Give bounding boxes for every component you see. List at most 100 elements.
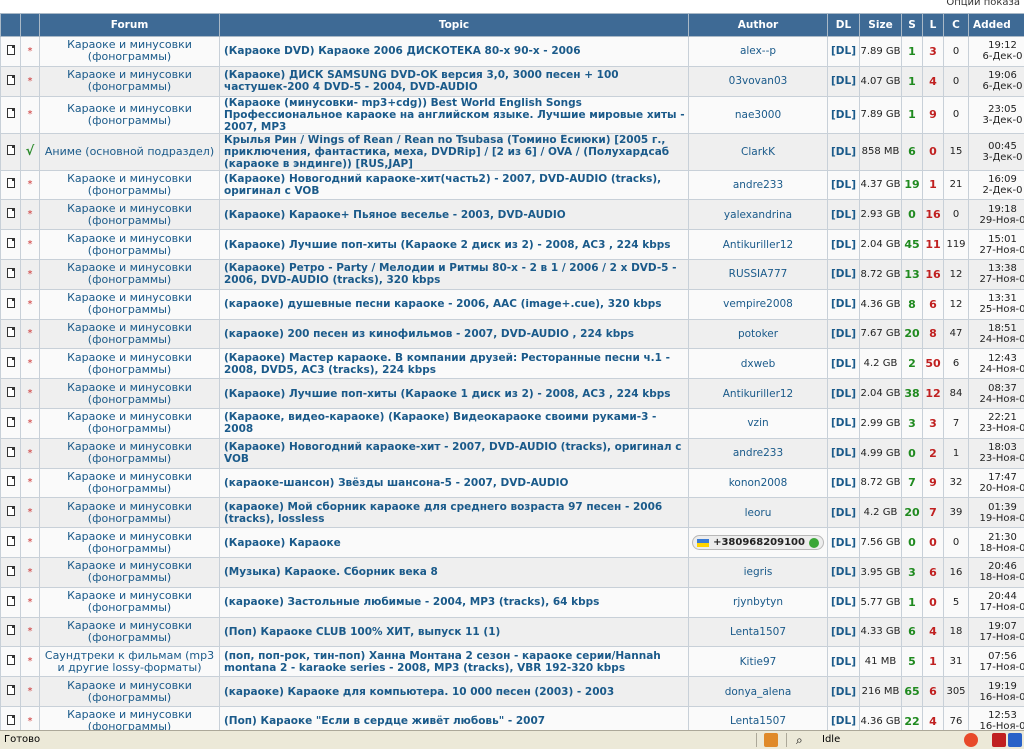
download-link[interactable]: [DL]	[831, 45, 856, 57]
topic-link[interactable]: (Караоке) Ретро - Party / Мелодии и Ритм…	[224, 262, 677, 286]
download-link[interactable]: [DL]	[831, 477, 856, 489]
topic-link[interactable]: (караоке) Застольные любимые - 2004, MP3…	[224, 596, 599, 608]
topic-link[interactable]: (Караоке (минусовки- mp3+cdg)) Best Worl…	[224, 97, 685, 133]
download-link[interactable]: [DL]	[831, 179, 856, 191]
col-added[interactable]: Added	[969, 14, 1024, 37]
forum-link[interactable]: Караоке и минусовки (фонограммы)	[67, 351, 192, 376]
author-link[interactable]: vempire2008	[723, 298, 793, 310]
topic-link[interactable]: (Караоке DVD) Караоке 2006 ДИСКОТЕКА 80-…	[224, 45, 581, 57]
addon-blue-icon[interactable]	[1008, 733, 1022, 747]
topic-link[interactable]: (Караоке) ДИСК SAMSUNG DVD-OK версия 3,0…	[224, 69, 619, 93]
call-icon[interactable]	[809, 538, 819, 548]
forum-link[interactable]: Караоке и минусовки (фонограммы)	[67, 440, 192, 465]
author-link[interactable]: nae3000	[735, 109, 781, 121]
author-link[interactable]: rjynbytyn	[733, 596, 783, 608]
download-link[interactable]: [DL]	[831, 715, 856, 727]
col-forum[interactable]: Forum	[40, 14, 220, 37]
display-options-link[interactable]: Опции показа	[946, 0, 1020, 8]
topic-link[interactable]: (караоке) Мой сборник караоке для средне…	[224, 501, 662, 525]
download-link[interactable]: [DL]	[831, 447, 856, 459]
forum-link[interactable]: Караоке и минусовки (фонограммы)	[67, 381, 192, 406]
topic-link[interactable]: Крылья Рин / Wings of Rean / Rean no Tsu…	[224, 134, 669, 170]
author-link[interactable]: konon2008	[729, 477, 788, 489]
download-link[interactable]: [DL]	[831, 686, 856, 698]
author-link[interactable]: Antikuriller12	[723, 239, 794, 251]
addon-s-icon[interactable]	[992, 733, 1006, 747]
author-link[interactable]: yalexandrina	[724, 209, 792, 221]
download-link[interactable]: [DL]	[831, 656, 856, 668]
topic-link[interactable]: (Караоке) Лучшие поп-хиты (Караоке 1 дис…	[224, 388, 671, 400]
topic-link[interactable]: (Караоке, видео-караоке) (Караоке) Видео…	[224, 411, 656, 435]
author-link[interactable]: 03vovan03	[729, 75, 788, 87]
author-link[interactable]: Lenta1507	[730, 626, 786, 638]
forum-link[interactable]: Караоке и минусовки (фонограммы)	[67, 202, 192, 227]
search-icon[interactable]: ⌕	[796, 733, 810, 747]
topic-link[interactable]: (Поп) Караоке CLUB 100% ХИТ, выпуск 11 (…	[224, 626, 500, 638]
download-link[interactable]: [DL]	[831, 268, 856, 280]
col-dl[interactable]: DL	[828, 14, 860, 37]
firefox-icon[interactable]	[964, 733, 978, 747]
topic-link[interactable]: (Поп) Караоке "Если в сердце живёт любов…	[224, 715, 545, 727]
forum-link[interactable]: Караоке и минусовки (фонограммы)	[67, 619, 192, 644]
col-topic[interactable]: Topic	[220, 14, 689, 37]
forum-link[interactable]: Караоке и минусовки (фонограммы)	[67, 470, 192, 495]
author-link[interactable]: leoru	[745, 507, 772, 519]
download-link[interactable]: [DL]	[831, 358, 856, 370]
author-link[interactable]: vzin	[747, 417, 768, 429]
forum-link[interactable]: Караоке и минусовки (фонограммы)	[67, 530, 192, 555]
topic-link[interactable]: (караоке) душевные песни караоке - 2006,…	[224, 298, 662, 310]
forum-link[interactable]: Караоке и минусовки (фонограммы)	[67, 589, 192, 614]
forum-link[interactable]: Караоке и минусовки (фонограммы)	[67, 38, 192, 63]
col-leechers[interactable]: L	[923, 14, 944, 37]
download-link[interactable]: [DL]	[831, 75, 856, 87]
download-link[interactable]: [DL]	[831, 209, 856, 221]
author-link[interactable]: potoker	[738, 328, 778, 340]
forum-link[interactable]: Караоке и минусовки (фонограммы)	[67, 68, 192, 93]
topic-link[interactable]: (Караоке) Мастер караоке. В компании дру…	[224, 352, 670, 376]
topic-link[interactable]: (поп, поп-рок, тин-поп) Ханна Монтана 2 …	[224, 650, 661, 674]
author-link[interactable]: Lenta1507	[730, 715, 786, 727]
forum-link[interactable]: Караоке и минусовки (фонограммы)	[67, 559, 192, 584]
forum-link[interactable]: Караоке и минусовки (фонограммы)	[67, 261, 192, 286]
download-link[interactable]: [DL]	[831, 328, 856, 340]
col-seeders[interactable]: S	[902, 14, 923, 37]
download-link[interactable]: [DL]	[831, 537, 856, 549]
author-link[interactable]: ClarkK	[741, 146, 775, 158]
author-link[interactable]: donya_alena	[725, 686, 792, 698]
topic-link[interactable]: (Караоке) Караоке	[224, 537, 341, 549]
forum-link[interactable]: Караоке и минусовки (фонограммы)	[67, 102, 192, 127]
download-link[interactable]: [DL]	[831, 146, 856, 158]
author-link[interactable]: Antikuriller12	[723, 388, 794, 400]
extension-icon[interactable]	[764, 733, 778, 747]
author-link[interactable]: andre233	[733, 179, 783, 191]
col-size[interactable]: Size	[860, 14, 902, 37]
forum-link[interactable]: Караоке и минусовки (фонограммы)	[67, 679, 192, 704]
download-link[interactable]: [DL]	[831, 566, 856, 578]
topic-link[interactable]: (караоке) 200 песен из кинофильмов - 200…	[224, 328, 634, 340]
author-link[interactable]: Kitie97	[740, 656, 777, 668]
topic-link[interactable]: (Караоке) Лучшие поп-хиты (Караоке 2 дис…	[224, 239, 671, 251]
download-link[interactable]: [DL]	[831, 298, 856, 310]
col-author[interactable]: Author	[689, 14, 828, 37]
topic-link[interactable]: (караоке-шансон) Звёзды шансона-5 - 2007…	[224, 477, 569, 489]
forum-link[interactable]: Караоке и минусовки (фонограммы)	[67, 291, 192, 316]
forum-link[interactable]: Саундтреки к фильмам (mp3 и другие lossy…	[45, 649, 214, 674]
forum-link[interactable]: Аниме (основной подраздел)	[45, 145, 214, 158]
download-link[interactable]: [DL]	[831, 626, 856, 638]
author-link[interactable]: iegris	[744, 566, 773, 578]
topic-link[interactable]: (караоке) Караоке для компьютера. 10 000…	[224, 686, 614, 698]
topic-link[interactable]: (Караоке) Новогодний караоке-хит - 2007,…	[224, 441, 682, 465]
download-link[interactable]: [DL]	[831, 239, 856, 251]
author-link[interactable]: RUSSIA777	[729, 268, 788, 280]
topic-link[interactable]: (Караоке) Караоке+ Пьяное веселье - 2003…	[224, 209, 566, 221]
forum-link[interactable]: Караоке и минусовки (фонограммы)	[67, 708, 192, 730]
col-completed[interactable]: C	[944, 14, 969, 37]
skype-phone-badge[interactable]: +380968209100	[692, 535, 824, 550]
download-link[interactable]: [DL]	[831, 507, 856, 519]
download-link[interactable]: [DL]	[831, 388, 856, 400]
forum-link[interactable]: Караоке и минусовки (фонограммы)	[67, 321, 192, 346]
download-link[interactable]: [DL]	[831, 417, 856, 429]
author-link[interactable]: andre233	[733, 447, 783, 459]
download-link[interactable]: [DL]	[831, 596, 856, 608]
author-link[interactable]: dxweb	[741, 358, 776, 370]
